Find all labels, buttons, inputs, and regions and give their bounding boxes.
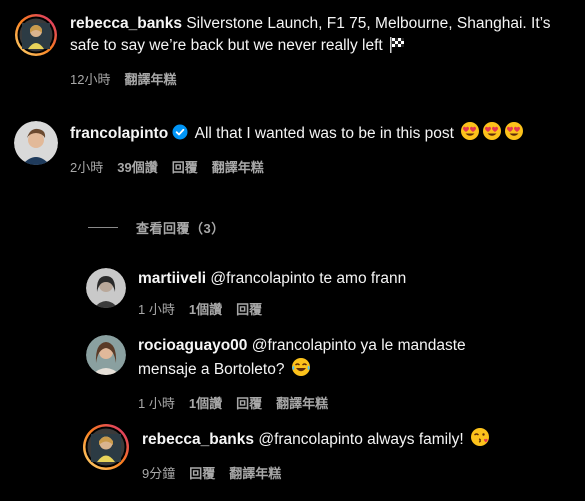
- comment-username[interactable]: rebecca_banks: [70, 15, 182, 32]
- comment-username[interactable]: francolapinto: [70, 125, 168, 142]
- reply-button[interactable]: 回覆: [189, 463, 215, 482]
- heart-eyes-icon: [504, 121, 524, 148]
- translate-button[interactable]: 翻譯年糕: [229, 463, 281, 482]
- verified-badge-icon: [172, 124, 188, 147]
- reply-meta: 9分鐘 回覆 翻譯年糕: [142, 463, 562, 482]
- reply-body: always family!: [367, 431, 464, 448]
- reply-button[interactable]: 回覆: [236, 299, 262, 318]
- reply-martiiveli: martiiveli @francolapinto te amo frann 1…: [86, 268, 558, 318]
- heart-eyes-icon: [460, 121, 480, 148]
- comment-francolapinto: francolapinto All that I wanted was to b…: [14, 121, 570, 176]
- comment-text: rebecca_banks Silverstone Launch, F1 75,…: [70, 13, 570, 60]
- comment-meta: 2小時 39個讚 回覆 翻譯年糕: [70, 157, 570, 176]
- reply-button[interactable]: 回覆: [236, 393, 262, 412]
- reply-meta: 1 小時 1個讚 回覆: [138, 299, 558, 318]
- comment-rebecca-banks: rebecca_banks Silverstone Launch, F1 75,…: [14, 13, 570, 88]
- reply-text: rocioaguayo00 @francolapinto ya le manda…: [138, 335, 528, 384]
- comment-time: 2小時: [70, 160, 104, 175]
- heart-eyes-icon: [482, 121, 502, 148]
- reply-time: 9分鐘: [142, 466, 176, 481]
- kissing-face-icon: [470, 427, 490, 454]
- reply-body: te amo frann: [319, 270, 407, 287]
- comment-time: 12小時: [70, 72, 111, 87]
- translate-button[interactable]: 翻譯年糕: [212, 157, 264, 176]
- translate-button[interactable]: 翻譯年糕: [276, 393, 328, 412]
- view-replies-label: 查看回覆（3）: [136, 221, 225, 236]
- comment-text: francolapinto All that I wanted was to b…: [70, 121, 570, 148]
- avatar[interactable]: [14, 121, 58, 165]
- avatar[interactable]: [82, 423, 130, 471]
- view-replies-divider: [88, 227, 118, 228]
- reply-username[interactable]: rebecca_banks: [142, 431, 254, 448]
- reply-time: 1 小時: [138, 396, 175, 411]
- avatar[interactable]: [86, 268, 126, 308]
- mention-link[interactable]: @francolapinto: [258, 431, 363, 448]
- likes-count[interactable]: 1個讚: [189, 299, 222, 318]
- reply-button[interactable]: 回覆: [172, 157, 198, 176]
- reply-username[interactable]: rocioaguayo00: [138, 337, 247, 354]
- chequered-flag-icon: [389, 37, 407, 60]
- avatar[interactable]: [86, 335, 126, 375]
- reply-text: martiiveli @francolapinto te amo frann: [138, 268, 558, 290]
- reply-rocioaguayo00: rocioaguayo00 @francolapinto ya le manda…: [86, 335, 528, 412]
- reply-time: 1 小時: [138, 302, 175, 317]
- comment-meta: 12小時 翻譯年糕: [70, 69, 570, 88]
- reply-rebecca-banks: rebecca_banks @francolapinto always fami…: [82, 423, 562, 482]
- translate-button[interactable]: 翻譯年糕: [124, 69, 176, 88]
- mention-link[interactable]: @francolapinto: [210, 270, 315, 287]
- likes-count[interactable]: 1個讚: [189, 393, 222, 412]
- avatar[interactable]: [14, 13, 58, 57]
- reply-meta: 1 小時 1個讚 回覆 翻譯年糕: [138, 393, 528, 412]
- tears-of-joy-icon: [291, 357, 311, 384]
- likes-count[interactable]: 39個讚: [117, 157, 157, 176]
- reply-username[interactable]: martiiveli: [138, 270, 206, 287]
- reply-text: rebecca_banks @francolapinto always fami…: [142, 427, 562, 454]
- mention-link[interactable]: @francolapinto: [252, 337, 357, 354]
- view-replies-button[interactable]: 查看回覆（3）: [88, 218, 225, 237]
- comment-body: All that I wanted was to be in this post: [194, 125, 454, 142]
